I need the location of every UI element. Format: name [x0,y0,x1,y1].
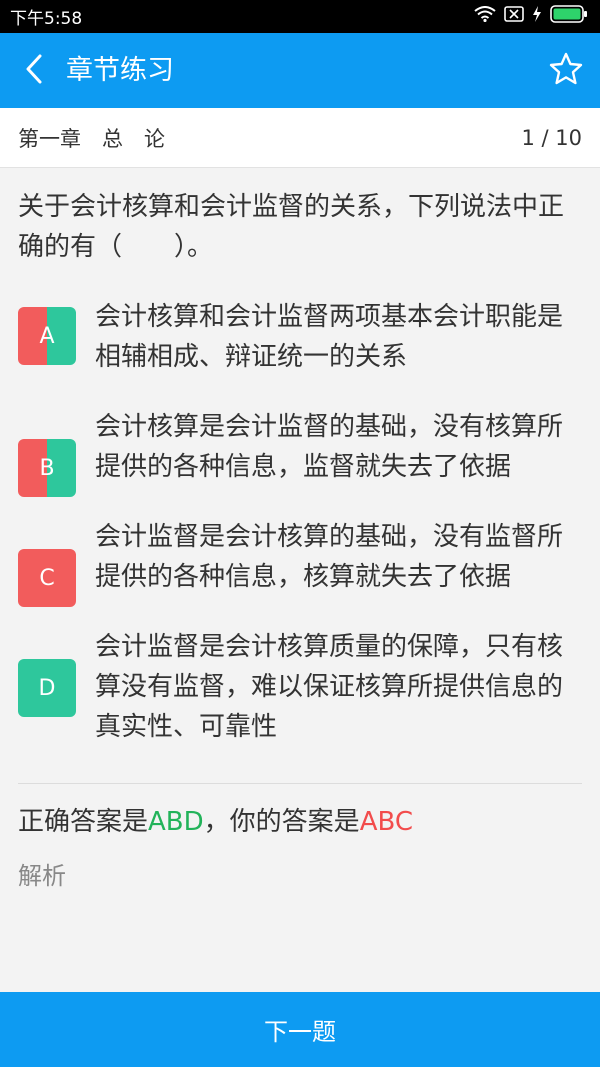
favorite-button[interactable] [544,49,588,93]
option-d-badge: D [18,659,76,717]
option-c[interactable]: C 会计监督是会计核算的基础，没有监督所提供的各种信息，核算就失去了依据 [18,517,582,607]
back-button[interactable] [14,47,54,95]
question-progress: 1 / 10 [521,125,582,150]
option-c-letter: C [39,565,55,591]
divider [18,783,582,784]
status-icons [474,5,588,28]
wifi-icon [474,6,496,27]
page-title: 章节练习 [66,55,174,86]
option-a[interactable]: A 会计核算和会计监督两项基本会计职能是相辅相成、辩证统一的关系 [18,297,582,377]
question-content[interactable]: 关于会计核算和会计监督的关系，下列说法中正确的有（ ）。 A 会计核算和会计监督… [0,169,600,992]
option-d[interactable]: D 会计监督是会计核算质量的保障，只有核算没有监督，难以保证核算所提供信息的真实… [18,627,582,747]
next-question-button[interactable]: 下一题 [0,992,600,1067]
option-b-letter: B [39,455,55,481]
star-icon [548,51,584,91]
option-a-badge: A [18,307,76,365]
correct-answer-label: 正确答案是 [18,807,149,837]
status-time: 下午5:58 [10,9,83,29]
option-c-badge: C [18,549,76,607]
charging-icon [532,6,542,27]
option-c-text: 会计监督是会计核算的基础，没有监督所提供的各种信息，核算就失去了依据 [95,522,564,592]
option-d-text: 会计监督是会计核算质量的保障，只有核算没有监督，难以保证核算所提供信息的真实性、… [95,632,564,742]
correct-answer: ABD [148,807,204,837]
your-answer-label: ，你的答案是 [203,807,360,837]
status-bar: 下午5:58 [0,0,600,33]
answer-summary: 正确答案是ABD，你的答案是ABC [18,802,582,842]
analysis-title: 解析 [18,862,66,890]
chevron-left-icon [24,53,44,89]
option-a-text: 会计核算和会计监督两项基本会计职能是相辅相成、辩证统一的关系 [95,302,564,372]
chapter-header: 第一章 总 论 1 / 10 [0,108,600,168]
option-b[interactable]: B 会计核算是会计监督的基础，没有核算所提供的各种信息，监督就失去了依据 [18,407,582,497]
option-b-text: 会计核算是会计监督的基础，没有核算所提供的各种信息，监督就失去了依据 [95,412,564,482]
option-d-letter: D [38,675,56,701]
app-bar: 章节练习 [0,33,600,108]
option-b-badge: B [18,439,76,497]
question-text: 关于会计核算和会计监督的关系，下列说法中正确的有（ ）。 [18,192,565,262]
option-a-letter: A [39,323,55,349]
your-answer: ABC [359,807,414,837]
sim-card-icon [504,6,524,27]
battery-icon [550,5,588,28]
chapter-name: 第一章 总 论 [18,126,165,151]
next-question-label: 下一题 [264,1018,336,1046]
